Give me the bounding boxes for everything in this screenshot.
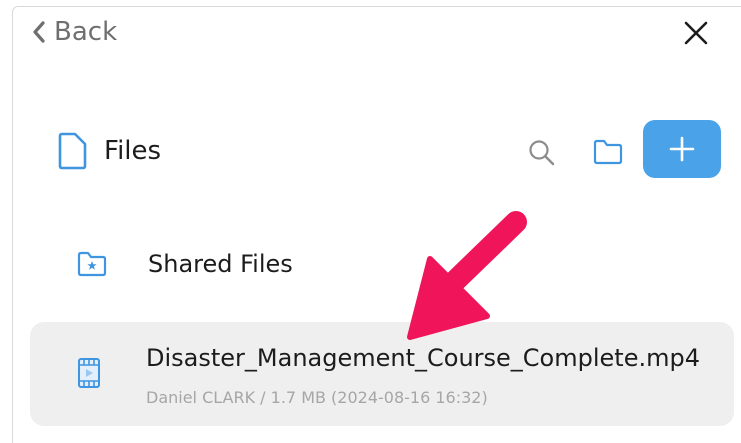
shared-folder-icon: [77, 251, 107, 277]
back-button[interactable]: Back: [32, 17, 117, 47]
file-icon: [58, 132, 87, 170]
shared-files-label: Shared Files: [148, 250, 293, 278]
add-button[interactable]: [643, 120, 721, 178]
folder-icon[interactable]: [592, 138, 624, 166]
files-header: Files: [56, 132, 161, 170]
search-icon[interactable]: [527, 138, 557, 168]
back-label: Back: [54, 17, 118, 47]
plus-icon: [669, 136, 695, 162]
page-title: Files: [104, 136, 162, 166]
video-file-icon: [78, 358, 100, 388]
shared-files-item[interactable]: Shared Files: [76, 250, 293, 278]
file-meta: Daniel CLARK / 1.7 MB (2024-08-16 16:32): [146, 388, 488, 407]
chevron-left-icon: [33, 21, 45, 43]
file-row[interactable]: Disaster_Management_Course_Complete.mp4 …: [30, 322, 734, 426]
file-name: Disaster_Management_Course_Complete.mp4: [146, 344, 700, 372]
close-icon[interactable]: [681, 18, 711, 48]
